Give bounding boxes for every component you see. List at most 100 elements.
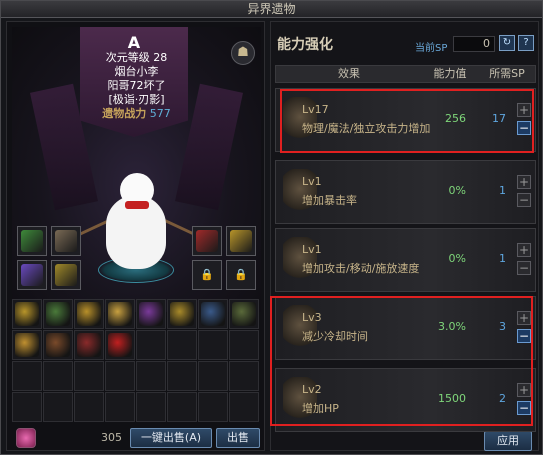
increase-button[interactable]: +	[517, 175, 531, 189]
gold-cross-icon	[170, 302, 194, 326]
decrease-button[interactable]: −	[517, 401, 531, 415]
inventory-slot[interactable]	[198, 392, 228, 422]
inventory-slot[interactable]	[167, 330, 197, 360]
sell-all-button[interactable]: 一键出售(A)	[130, 428, 212, 448]
inventory-slot[interactable]	[105, 299, 135, 329]
ability-level: Lv1	[302, 175, 322, 188]
apply-button[interactable]: 应用	[484, 431, 532, 451]
profile-icon[interactable]: ☗	[231, 41, 255, 65]
ability-required-sp: 2	[499, 392, 506, 405]
inventory-slot[interactable]	[105, 361, 135, 391]
ability-level: Lv3	[302, 311, 322, 324]
inventory-slot[interactable]	[43, 299, 73, 329]
sell-button[interactable]: 出售	[216, 428, 260, 448]
inventory-slot[interactable]	[43, 392, 73, 422]
relic-power-label: 遗物战力	[102, 107, 147, 120]
character-panel: A 次元等级 28 烟台小李 阳哥72坏了 [极诣·刃影] 遗物战力 577 ☗…	[6, 21, 265, 451]
inventory-slot[interactable]	[229, 361, 259, 391]
equip-left-slot[interactable]	[17, 226, 47, 256]
equip-left-slot[interactable]	[17, 260, 47, 290]
equip-right-slot[interactable]: 🔒	[226, 260, 256, 290]
red-orb-icon	[108, 333, 132, 357]
inventory-slot[interactable]	[105, 392, 135, 422]
inventory-slot[interactable]	[43, 361, 73, 391]
character-tag: [极诣·刃影]	[108, 93, 165, 106]
decrease-button[interactable]: −	[517, 261, 531, 275]
increase-button[interactable]: +	[517, 383, 531, 397]
yellow-claw-icon	[55, 264, 77, 286]
inventory-slot[interactable]	[198, 330, 228, 360]
purple-sword-icon	[21, 264, 43, 286]
ability-description: 增加攻击/移动/施放速度	[302, 262, 420, 275]
sp-label: 当前SP	[415, 43, 448, 54]
ability-required-sp: 1	[499, 252, 506, 265]
ability-row: Lv1 增加暴击率 0% 1 + −	[275, 160, 536, 224]
blue-gauntlet-icon	[201, 302, 225, 326]
inventory-slot[interactable]	[136, 330, 166, 360]
reset-icon[interactable]: ↻	[499, 35, 515, 51]
increase-button[interactable]: +	[517, 311, 531, 325]
inventory-slot[interactable]	[167, 299, 197, 329]
relic-window: 异界遗物 A 次元等级 28 烟台小李 阳哥72坏了 [极诣·刃影] 遗物战力 …	[0, 0, 543, 455]
header-value: 能力值	[433, 67, 467, 80]
ability-row: Lv2 增加HP 1500 2 + −	[275, 368, 536, 432]
inventory-slot[interactable]	[12, 392, 42, 422]
inventory-slot[interactable]	[229, 299, 259, 329]
equip-left-slot[interactable]	[51, 226, 81, 256]
ability-level: Lv17	[302, 103, 329, 116]
relic-power: 遗物战力 577	[12, 107, 261, 121]
inventory-slot[interactable]	[229, 392, 259, 422]
inventory-slot[interactable]	[74, 392, 104, 422]
ability-required-sp: 1	[499, 184, 506, 197]
equip-right-slot[interactable]	[192, 226, 222, 256]
inventory-slot[interactable]	[74, 361, 104, 391]
ability-level: Lv1	[302, 243, 322, 256]
inventory-slot[interactable]	[12, 361, 42, 391]
gold-claw-icon	[77, 302, 101, 326]
inventory-slot[interactable]	[74, 299, 104, 329]
increase-button[interactable]: +	[517, 103, 531, 117]
inventory-slot[interactable]	[229, 330, 259, 360]
inventory-slot[interactable]	[43, 330, 73, 360]
brown-claw-icon	[46, 333, 70, 357]
inventory-slot[interactable]	[12, 330, 42, 360]
inventory-slot[interactable]	[74, 330, 104, 360]
guild-name: 阳哥72坏了	[107, 79, 166, 92]
decrease-button[interactable]: −	[517, 121, 531, 135]
inventory-slot[interactable]	[105, 330, 135, 360]
inventory-slot[interactable]	[12, 299, 42, 329]
purple-claw-icon	[139, 302, 163, 326]
ability-row: Lv3 减少冷却时间 3.0% 3 + −	[275, 296, 536, 360]
ability-level: Lv2	[302, 383, 322, 396]
equip-left-slot[interactable]	[51, 260, 81, 290]
ability-value: 1500	[438, 392, 466, 405]
gold-cross-icon	[15, 302, 39, 326]
dimension-level: 次元等级 28	[105, 51, 168, 64]
inventory-slot[interactable]	[167, 361, 197, 391]
relic-inventory	[12, 299, 261, 423]
inventory-slot[interactable]	[167, 392, 197, 422]
ability-description: 增加暴击率	[302, 194, 357, 207]
decrease-button[interactable]: −	[517, 329, 531, 343]
relic-power-value: 577	[149, 107, 171, 120]
red-dragon-icon	[196, 230, 218, 252]
column-header: 效果 能力值 所需SP	[275, 65, 536, 83]
inventory-slot[interactable]	[198, 299, 228, 329]
gem-count: 305	[101, 431, 122, 444]
sp-value: 0	[453, 36, 495, 52]
window-title: 异界遗物	[1, 1, 542, 18]
claw-icon	[55, 230, 77, 252]
increase-button[interactable]: +	[517, 243, 531, 257]
gold-cross-icon	[230, 230, 252, 252]
character-name: 烟台小李	[114, 65, 159, 78]
ability-value: 3.0%	[438, 320, 466, 333]
inventory-slot[interactable]	[136, 299, 166, 329]
equip-right-slot[interactable]: 🔒	[192, 260, 222, 290]
inventory-slot[interactable]	[198, 361, 228, 391]
ability-row: Lv17 物理/魔法/独立攻击力增加 256 17 + −	[275, 88, 536, 152]
inventory-slot[interactable]	[136, 361, 166, 391]
decrease-button[interactable]: −	[517, 193, 531, 207]
inventory-slot[interactable]	[136, 392, 166, 422]
equip-right-slot[interactable]	[226, 226, 256, 256]
help-icon[interactable]: ?	[518, 35, 534, 51]
